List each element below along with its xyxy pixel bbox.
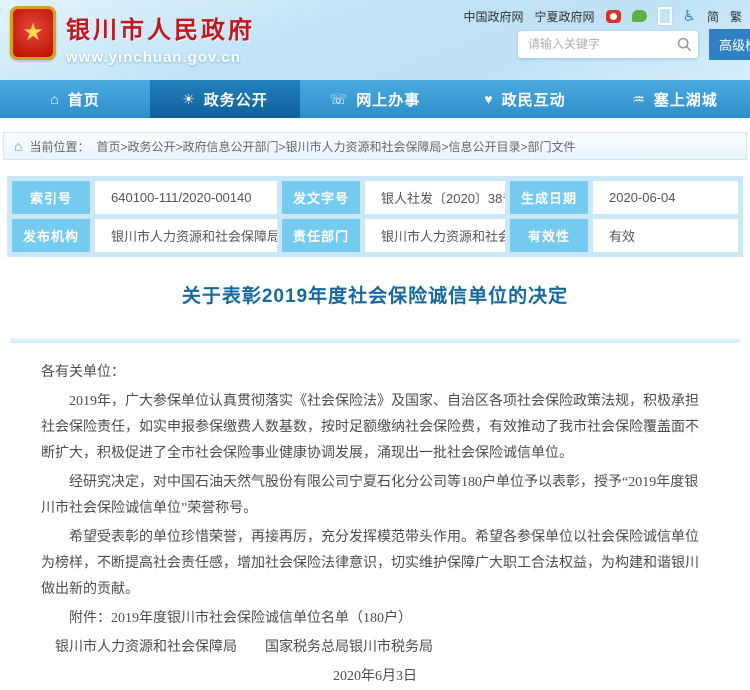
content-area: 索引号 640100-111/2020-00140 发文字号 银人社发〔2020… [0,160,750,690]
meta-value-responsible-dept: 银川市人力资源和社会保障局 [365,219,505,252]
nav-item-online-services[interactable]: ☏ 网上办事 [300,80,450,118]
national-emblem-icon: ★ [10,6,56,60]
meta-label-index-no: 索引号 [12,181,90,214]
search-input[interactable] [518,31,676,56]
home-icon: ⌂ [50,91,59,107]
meta-row-1: 索引号 640100-111/2020-00140 发文字号 银人社发〔2020… [12,181,738,214]
mobile-icon[interactable] [658,7,672,25]
swan-icon: ♒ [632,91,646,108]
breadcrumb-home-icon: ⌂ [14,138,22,154]
advanced-search-button[interactable]: 高级检索 [709,29,750,60]
salutation: 各有关单位： [41,360,709,386]
meta-value-index-no: 640100-111/2020-00140 [95,181,277,214]
meta-label-doc-no: 发文字号 [282,181,360,214]
site-name: 银川市人民政府 [66,10,255,45]
search-box [518,31,698,58]
accessibility-icon[interactable]: ♿ [683,9,696,24]
meta-label-validity: 有效性 [510,219,588,252]
lang-traditional-toggle[interactable]: 繁 [730,8,742,25]
meta-value-doc-no: 银人社发〔2020〕38号 [365,181,505,214]
document-date: 2020年6月3日 [41,664,709,690]
meta-row-2: 发布机构 银川市人力资源和社会保障局 责任部门 银川市人力资源和社会保障局 有效… [12,219,738,252]
weibo-icon[interactable] [606,10,621,23]
nav-item-public-interaction[interactable]: ♥ 政民互动 [450,80,600,118]
signing-agencies: 银川市人力资源和社会保障局 国家税务总局银川市税务局 [41,635,709,661]
top-utility-bar: 中国政府网 宁夏政府网 ♿ 简 繁 [463,7,742,25]
link-ningxia-gov[interactable]: 宁夏政府网 [535,8,595,25]
nav-item-home[interactable]: ⌂ 首页 [0,80,150,118]
heart-icon: ♥ [484,91,493,107]
document-meta-table: 索引号 640100-111/2020-00140 发文字号 银人社发〔2020… [7,176,743,257]
breadcrumb: ⌂ 当前位置： 首页>政务公开>政府信息公开部门>银川市人力资源和社会保障局>信… [3,132,747,160]
paragraph-2: 经研究决定，对中国石油天然气股份有限公司宁夏石化分公司等180户单位予以表彰，授… [41,470,709,522]
meta-label-issuing-org: 发布机构 [12,219,90,252]
meta-label-date-created: 生成日期 [510,181,588,214]
attachment-line: 附件：2019年度银川市社会保险诚信单位名单（180户） [41,606,709,632]
breadcrumb-path[interactable]: 首页>政务公开>政府信息公开部门>银川市人力资源和社会保障局>信息公开目录>部门… [96,138,575,155]
search-icon[interactable] [677,37,692,52]
nav-item-lake-city[interactable]: ♒ 塞上湖城 [600,80,750,118]
site-logo[interactable]: ★ 银川市人民政府 www.yinchuan.gov.cn [10,6,255,66]
online-services-icon: ☏ [330,91,349,108]
nav-label: 首页 [68,89,100,110]
meta-label-responsible-dept: 责任部门 [282,219,360,252]
breadcrumb-prefix: 当前位置： [29,138,89,155]
disclosure-icon: ☀ [182,91,196,108]
nav-label: 塞上湖城 [654,89,718,110]
link-china-gov[interactable]: 中国政府网 [463,8,523,25]
paragraph-1: 2019年，广大参保单位认真贯彻落实《社会保险法》及国家、自治区各项社会保险政策… [41,389,709,467]
meta-value-date-created: 2020-06-04 [593,181,738,214]
document-body: 各有关单位： 2019年，广大参保单位认真贯彻落实《社会保险法》及国家、自治区各… [7,343,743,690]
nav-label: 政民互动 [502,89,566,110]
nav-label: 网上办事 [356,89,420,110]
site-header: ★ 银川市人民政府 www.yinchuan.gov.cn 中国政府网 宁夏政府… [0,0,750,80]
page: ★ 银川市人民政府 www.yinchuan.gov.cn 中国政府网 宁夏政府… [0,0,750,690]
main-nav: ⌂ 首页 ☀ 政务公开 ☏ 网上办事 ♥ 政民互动 ♒ 塞上湖城 [0,80,750,118]
meta-value-issuing-org: 银川市人力资源和社会保障局 [95,219,277,252]
document-title: 关于表彰2019年度社会保险诚信单位的决定 [7,281,743,308]
paragraph-3: 希望受表彰的单位珍惜荣誉，再接再厉，充分发挥模范带头作用。希望各参保单位以社会保… [41,525,709,603]
emblem-star-glyph: ★ [22,21,44,45]
nav-label: 政务公开 [204,89,268,110]
site-url: www.yinchuan.gov.cn [66,49,255,66]
lang-simplified-toggle[interactable]: 简 [707,8,719,25]
nav-item-gov-disclosure[interactable]: ☀ 政务公开 [150,80,300,118]
wechat-icon[interactable] [632,10,647,22]
site-text: 银川市人民政府 www.yinchuan.gov.cn [66,6,255,66]
meta-value-validity: 有效 [593,219,738,252]
